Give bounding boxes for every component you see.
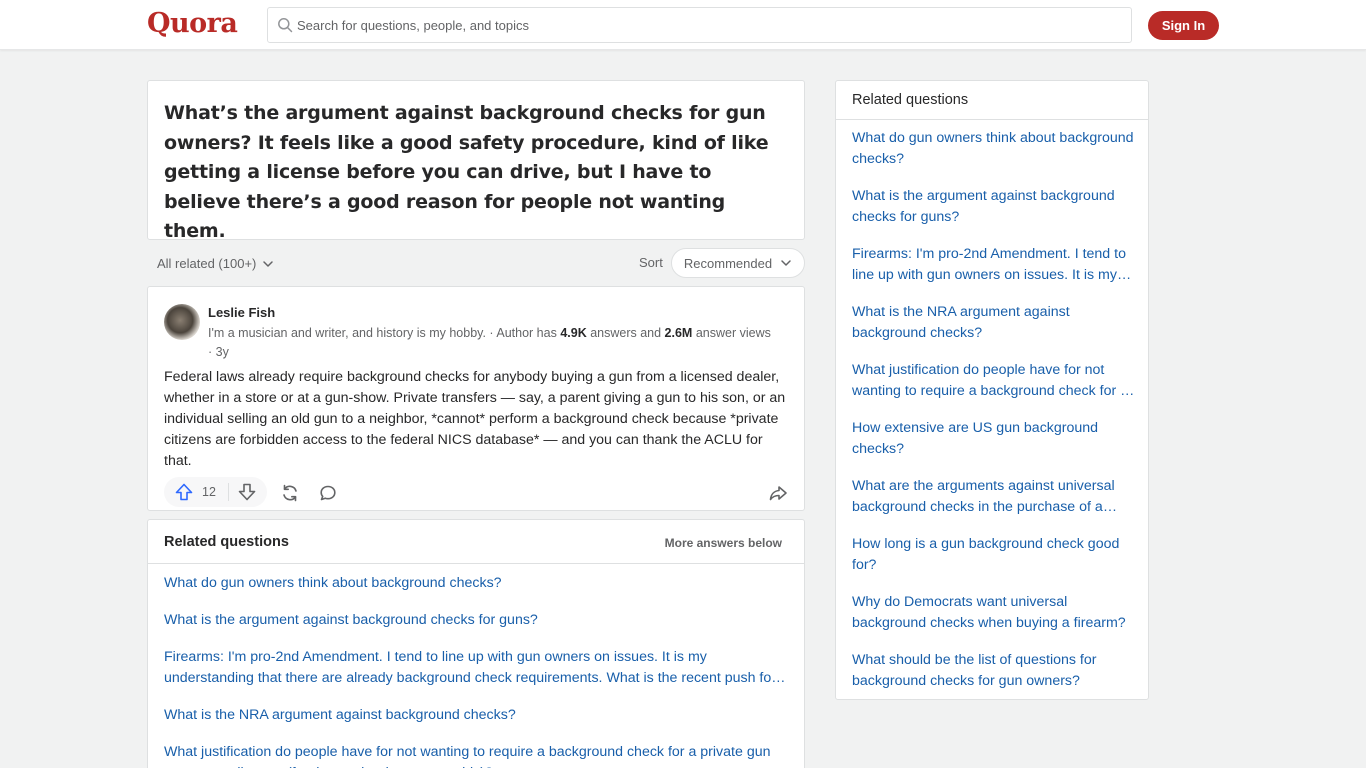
sidebar-question-link[interactable]: What is the NRA argument against backgro… [852,302,1136,344]
search-bar[interactable] [267,7,1132,43]
vote-pill: 12 [164,477,267,507]
sidebar-question-link[interactable]: What is the argument against background … [852,186,1136,228]
sidebar-question-link[interactable]: How long is a gun background check good … [852,534,1136,576]
all-related-dropdown[interactable]: All related (100+) [157,256,274,271]
related-question-link[interactable]: What do gun owners think about backgroun… [164,573,790,594]
credential-prefix: I'm a musician and writer, and history i… [208,326,561,340]
question-title: What’s the argument against background c… [164,102,769,242]
vote-divider [228,483,229,501]
related-question-link[interactable]: Firearms: I'm pro-2nd Amendment. I tend … [164,647,790,689]
share-button[interactable] [767,482,789,504]
downvote-button[interactable] [236,481,258,503]
sidebar-title: Related questions [852,92,969,108]
comment-icon [320,485,336,501]
sidebar-question-link[interactable]: Firearms: I'm pro-2nd Amendment. I tend … [852,244,1136,286]
credential-mid: answers and [586,326,665,340]
avatar[interactable] [164,304,200,340]
comment-button[interactable] [317,482,339,504]
chevron-down-icon [781,260,791,266]
related-questions-list: What do gun owners think about backgroun… [164,573,790,768]
author-credential: I'm a musician and writer, and history i… [208,324,778,361]
answer-filter-row: All related (100+) Sort Recommended [147,248,805,278]
views-count: 2.6M [664,326,693,340]
search-icon [278,18,293,33]
sort-label: Sort [639,255,663,270]
related-question-link[interactable]: What is the NRA argument against backgro… [164,705,790,726]
answer-text: Federal laws already require background … [164,369,786,469]
sidebar-question-link[interactable]: What should be the list of questions for… [852,650,1136,692]
upvote-button[interactable] [164,477,204,507]
answer-card: Leslie Fish I'm a musician and writer, a… [147,286,805,511]
related-questions-title: Related questions [164,534,289,550]
sidebar-question-link[interactable]: What justification do people have for no… [852,360,1136,402]
related-questions-main: Related questions More answers below Wha… [147,519,805,768]
all-related-label: All related (100+) [157,256,257,271]
share-repost-button[interactable] [279,482,301,504]
repost-icon [283,484,297,502]
sidebar-header: Related questions [836,81,1148,120]
upvote-arrow-icon [175,483,193,501]
sort-dropdown[interactable]: Recommended [671,248,805,278]
downvote-arrow-icon [238,483,256,501]
sidebar-question-link[interactable]: How extensive are US gun background chec… [852,418,1136,460]
author-name[interactable]: Leslie Fish [208,305,275,320]
sort-value: Recommended [683,255,773,271]
related-questions-header: Related questions More answers below [148,520,804,564]
chevron-down-icon [263,260,274,267]
related-questions-sidebar: Related questions What do gun owners thi… [835,80,1149,700]
more-answers-below: More answers below [664,536,782,550]
related-question-link[interactable]: What is the argument against background … [164,610,790,631]
sidebar-question-link[interactable]: Why do Democrats want universal backgrou… [852,592,1136,634]
related-question-link[interactable]: What justification do people have for no… [164,742,790,768]
search-input[interactable] [297,8,1117,42]
quora-logo[interactable]: Quora [147,8,238,39]
sidebar-question-link[interactable]: What are the arguments against universal… [852,476,1136,518]
answers-count: 4.9K [560,326,587,340]
upvote-count: 12 [202,485,216,499]
top-header: Quora Sign In [0,0,1366,50]
sidebar-question-link[interactable]: What do gun owners think about backgroun… [852,128,1136,170]
sign-in-button[interactable]: Sign In [1148,11,1219,40]
sidebar-question-list: What do gun owners think about backgroun… [852,128,1136,708]
question-card: What’s the argument against background c… [147,80,805,242]
share-arrow-icon [769,486,787,501]
